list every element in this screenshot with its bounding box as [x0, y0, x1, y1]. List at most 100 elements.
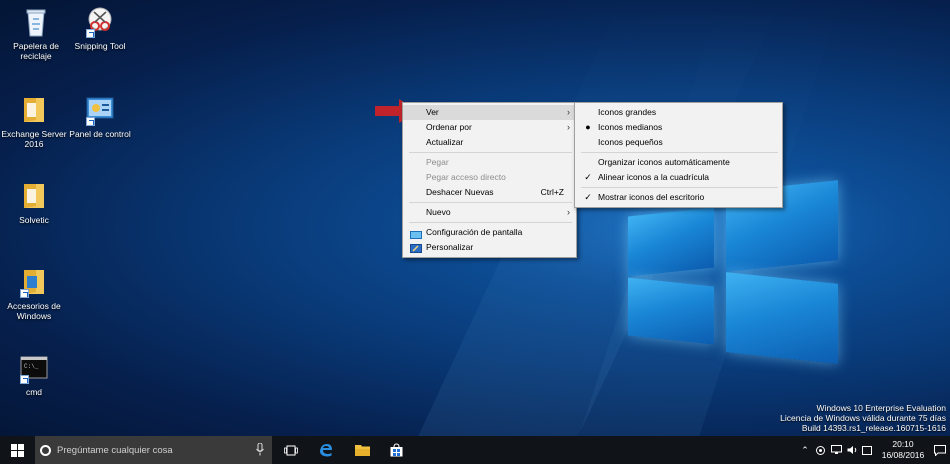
microphone-icon[interactable] [256, 442, 264, 458]
edge-button[interactable] [310, 436, 342, 464]
clock[interactable]: 20:10 16/08/2016 [878, 436, 928, 464]
notification-icon [934, 444, 946, 456]
action-center-button[interactable] [930, 436, 950, 464]
menu-item-actualizar[interactable]: Actualizar [403, 135, 576, 150]
clock-time: 20:10 [892, 439, 914, 449]
tray-network-button[interactable] [829, 436, 843, 464]
chevron-right-icon: › [567, 107, 570, 117]
menu-item-deshacer-nuevas[interactable]: Deshacer Nuevas Ctrl+Z [403, 185, 576, 200]
menu-item-iconos-medianos[interactable]: ● Iconos medianos [575, 120, 782, 135]
desktop-icon-label: Papelera de [13, 41, 59, 51]
menu-item-shortcut: Ctrl+Z [540, 187, 564, 197]
desktop-icon-windows-accessories[interactable]: Accesorios de Windows [0, 266, 70, 321]
menu-item-label: Organizar iconos automáticamente [598, 157, 730, 167]
desktop-icon-label: reciclaje [20, 51, 52, 61]
menu-item-label: Iconos pequeños [598, 137, 663, 147]
file-explorer-icon [354, 445, 370, 456]
desktop-icon-recycle-bin[interactable]: Papelera de reciclaje [0, 6, 72, 61]
menu-item-ordenar-por[interactable]: Ordenar por › [403, 120, 576, 135]
desktop-icon-label: Windows [16, 311, 52, 321]
start-button[interactable] [0, 436, 35, 464]
scissors-icon [84, 6, 116, 38]
shortcut-arrow-icon [86, 29, 95, 38]
menu-item-label: Alinear iconos a la cuadrícula [598, 172, 710, 182]
file-explorer-button[interactable] [346, 436, 378, 464]
chevron-right-icon: › [567, 122, 570, 132]
menu-item-label: Ver [426, 107, 439, 117]
task-view-icon [284, 445, 298, 455]
desktop-icon-label: Snipping Tool [74, 41, 126, 51]
radio-bullet-icon: ● [585, 122, 591, 132]
control-panel-icon [84, 94, 116, 126]
checkmark-icon: ✓ [584, 172, 592, 182]
menu-item-alinear-iconos[interactable]: ✓ Alinear iconos a la cuadrícula [575, 170, 782, 185]
menu-item-label: Personalizar [426, 242, 474, 252]
menu-item-label: Pegar [426, 157, 449, 167]
clock-date: 16/08/2016 [881, 450, 925, 460]
folder-icon [18, 180, 50, 212]
store-icon [390, 443, 402, 457]
desktop[interactable]: Papelera de reciclaje Snipping Tool Exch… [0, 0, 950, 436]
record-icon [815, 445, 825, 455]
desktop-icon-label: Accesorios de [7, 301, 61, 311]
desktop-icon-snipping-tool[interactable]: Snipping Tool [64, 6, 136, 51]
menu-item-mostrar-iconos[interactable]: ✓ Mostrar iconos del escritorio [575, 190, 782, 205]
menu-item-label: Ordenar por [426, 122, 472, 132]
desktop-icon-label: Panel de control [69, 129, 131, 139]
command-prompt-icon: C:\_ [18, 352, 50, 384]
tray-overflow-button[interactable]: ⌃ [798, 436, 812, 464]
cortana-icon [40, 444, 51, 456]
display-settings-icon [410, 229, 422, 239]
menu-separator [409, 152, 572, 153]
windows-logo-pane [726, 272, 838, 364]
menu-item-label: Nuevo [426, 207, 451, 217]
recycle-bin-icon [20, 6, 52, 38]
desktop-icon-label: 2016 [24, 139, 44, 149]
watermark-line: Build 14393.rs1_release.160715-1616 [801, 423, 946, 433]
context-menu: Ver › Ordenar por › Actualizar Pegar Peg… [402, 102, 577, 258]
menu-item-iconos-grandes[interactable]: Iconos grandes [575, 105, 782, 120]
chevron-up-icon: ⌃ [801, 444, 809, 455]
folder-icon [18, 266, 50, 298]
menu-item-personalizar[interactable]: Personalizar [403, 240, 576, 255]
menu-item-label: Actualizar [426, 137, 464, 147]
store-button[interactable] [380, 436, 412, 464]
chevron-right-icon: › [567, 207, 570, 217]
personalize-icon [410, 243, 422, 253]
shortcut-arrow-icon [20, 289, 29, 298]
shortcut-arrow-icon [20, 375, 29, 384]
menu-separator [409, 202, 572, 203]
menu-item-configuracion-de-pantalla[interactable]: Configuración de pantalla [403, 225, 576, 240]
desktop-icon-control-panel[interactable]: Panel de control [64, 94, 136, 139]
desktop-icon-exchange-server[interactable]: Exchange Server 2016 [0, 94, 70, 149]
menu-item-ver[interactable]: Ver › [403, 105, 576, 120]
menu-item-organizar-iconos[interactable]: Organizar iconos automáticamente [575, 155, 782, 170]
windows-logo-pane [628, 277, 714, 345]
edge-icon [320, 444, 332, 457]
menu-item-iconos-pequenos[interactable]: Iconos pequeños [575, 135, 782, 150]
watermark-line: Windows 10 Enterprise Evaluation [816, 403, 946, 413]
desktop-icon-cmd[interactable]: C:\_ cmd [0, 352, 70, 397]
menu-item-label: Pegar acceso directo [426, 172, 506, 182]
shortcut-arrow-icon [86, 117, 95, 126]
menu-item-pegar[interactable]: Pegar [403, 155, 576, 170]
tray-record-button[interactable] [813, 436, 827, 464]
desktop-icon-label: Exchange Server [1, 129, 67, 139]
windows-logo-icon [11, 443, 24, 457]
menu-item-label: Iconos medianos [598, 122, 663, 132]
desktop-icon-solvetic[interactable]: Solvetic [0, 180, 70, 225]
windows-logo-pane [628, 207, 714, 277]
windows-evaluation-watermark: Windows 10 Enterprise Evaluation Licenci… [780, 403, 946, 433]
volume-icon [847, 446, 856, 454]
tray-ime-button[interactable] [860, 436, 874, 464]
task-view-button[interactable] [276, 436, 306, 464]
taskbar: Pregúntame cualquier cosa ⌃ 20:10 16/08/… [0, 436, 950, 464]
menu-item-pegar-acceso-directo[interactable]: Pegar acceso directo [403, 170, 576, 185]
menu-item-label: Deshacer Nuevas [426, 187, 494, 197]
menu-item-nuevo[interactable]: Nuevo › [403, 205, 576, 220]
desktop-icon-label: Solvetic [19, 215, 49, 225]
watermark-line: Licencia de Windows válida durante 75 dí… [780, 413, 946, 423]
menu-item-label: Configuración de pantalla [426, 227, 523, 237]
search-box[interactable]: Pregúntame cualquier cosa [35, 436, 272, 464]
tray-volume-button[interactable] [845, 436, 859, 464]
